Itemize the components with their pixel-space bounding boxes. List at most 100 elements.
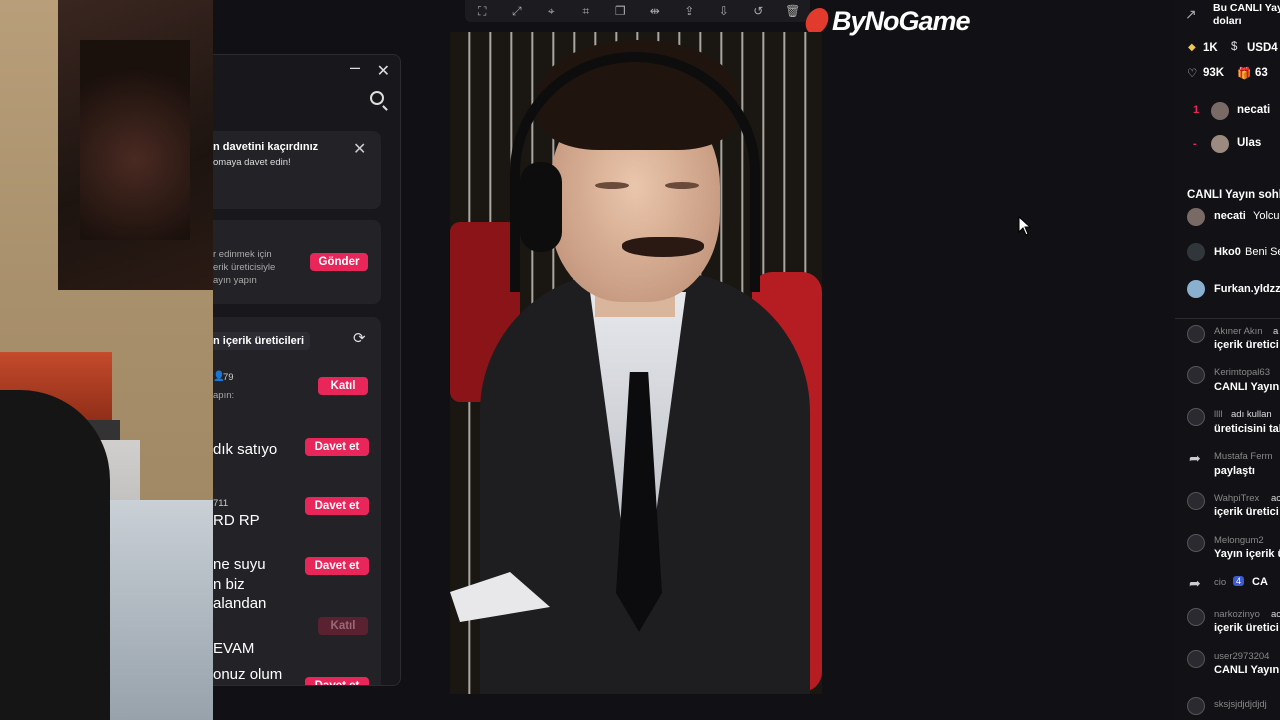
person-silhouette [0, 390, 110, 720]
trash-icon[interactable]: 🗑 [785, 3, 801, 19]
creator4-line1: ne suyu [213, 556, 266, 573]
close-icon[interactable]: ✕ [377, 61, 390, 81]
event-tail: CA [1252, 576, 1268, 588]
coin-icon: $ [1231, 41, 1238, 53]
event-tail: adı kullan [1231, 409, 1272, 420]
event-message: içerik üretici [1214, 622, 1279, 634]
likes-count: 93K [1203, 67, 1225, 79]
mustache [622, 237, 704, 257]
gift-icon: 🎁 [1237, 68, 1252, 80]
user-icon[interactable] [1187, 492, 1205, 510]
event-user[interactable]: Akıner Akın [1214, 326, 1263, 337]
creator4-line2: n biz [213, 576, 245, 593]
invite-button-2[interactable]: Davet et [305, 497, 369, 515]
resize-icon[interactable]: ⤢ [509, 3, 525, 19]
share-icon: ➦ [1189, 575, 1201, 591]
usd-amount: USD4 [1247, 42, 1278, 54]
crop-icon[interactable]: ⌗ [578, 3, 594, 19]
flip-icon[interactable]: ⇹ [647, 3, 663, 19]
streamer-video [450, 32, 822, 694]
join-button-disabled[interactable]: Katıl [318, 617, 368, 635]
chat-user[interactable]: Furkan.yldzz7 [1214, 283, 1280, 295]
invite-button-3[interactable]: Davet et [305, 557, 369, 575]
diamonds-count: 1K [1203, 42, 1218, 54]
layer-up-icon[interactable]: ⇪ [681, 3, 697, 19]
heart-icon: ♡ [1187, 68, 1198, 80]
user-icon[interactable] [1187, 534, 1205, 552]
chat-user[interactable]: necati [1214, 210, 1246, 222]
avatar[interactable] [1187, 243, 1205, 261]
search-icon[interactable] [370, 91, 384, 105]
invite-button-4[interactable]: Davet et [305, 677, 369, 685]
request-text-3: ayın yapın [213, 275, 257, 286]
invite-button-1[interactable]: Davet et [305, 438, 369, 456]
avatar[interactable] [1211, 135, 1229, 153]
event-user[interactable]: narkozinyo [1214, 609, 1260, 620]
creator1-subtitle: apın: [213, 390, 235, 401]
missed-invite-card: n davetini kaçırdınız omaya davet edin! … [213, 131, 381, 209]
copy-icon[interactable]: ❐ [612, 3, 628, 19]
avatar[interactable] [1187, 280, 1205, 298]
event-user[interactable]: sksjsjdjdjdjdj [1214, 699, 1267, 710]
expand-icon[interactable]: ⛶ [474, 3, 490, 19]
event-user[interactable]: Melongum2 [1214, 535, 1264, 546]
poster-art [80, 40, 190, 240]
top2-name[interactable]: Ulas [1237, 137, 1261, 149]
dismiss-icon[interactable]: ✕ [353, 139, 366, 159]
user-icon[interactable] [1187, 366, 1205, 384]
banner-line1: Bu CANLI Yayın [1213, 2, 1280, 14]
undo-icon[interactable]: ↺ [750, 3, 766, 19]
headset-earcup [520, 162, 562, 252]
event-message: CANLI Yayın [1214, 664, 1280, 676]
video-toolbar: ⛶ ⤢ ⌖ ⌗ ❐ ⇹ ⇪ ⇩ ↺ 🗑 [465, 0, 810, 22]
logo-mark-icon [803, 8, 831, 34]
event-message: Yayın içerik ü [1214, 548, 1280, 560]
avatar[interactable] [1187, 208, 1205, 226]
event-user[interactable]: llll [1214, 409, 1222, 420]
missed-invite-subtitle: omaya davet edin! [213, 157, 291, 168]
creator6-title: onuz olum [213, 666, 283, 683]
banner-line2: doları [1213, 15, 1242, 27]
creators-title: n içerik üreticileri [213, 332, 311, 350]
event-user[interactable]: user2973204 [1214, 651, 1269, 662]
top2-rank: - [1193, 138, 1197, 150]
user-icon[interactable] [1187, 325, 1205, 343]
bynogame-logo: ByNoGame [803, 4, 971, 38]
send-button[interactable]: Gönder [310, 253, 368, 271]
invite-panel: – ✕ n davetini kaçırdınız omaya davet ed… [213, 54, 401, 686]
share-icon: ➦ [1189, 450, 1201, 466]
refresh-icon[interactable]: ⟳ [353, 329, 366, 347]
event-tail: ac [1271, 493, 1280, 504]
minimize-icon[interactable]: – [350, 57, 360, 78]
layer-down-icon[interactable]: ⇩ [716, 3, 732, 19]
user-icon[interactable] [1187, 650, 1205, 668]
event-user[interactable]: cio [1214, 577, 1226, 588]
chat-message: Beni Se [1245, 246, 1280, 258]
event-tail: ac [1271, 609, 1280, 620]
right-eye [665, 182, 699, 189]
user-icon[interactable] [1187, 608, 1205, 626]
gifts-count: 63 [1255, 67, 1268, 79]
event-user[interactable]: Mustafa Ferm [1214, 451, 1273, 462]
creator3-count: 711 [213, 498, 229, 509]
trend-icon: ↗ [1185, 6, 1197, 22]
divider [1175, 318, 1280, 319]
request-card: r edinmek için erik üreticisiyle ayın ya… [213, 220, 381, 304]
event-tail: a [1273, 326, 1279, 337]
event-message: paylaştı [1214, 465, 1255, 477]
event-user[interactable]: WahpiTrex [1214, 493, 1259, 504]
webcam-feed-room [0, 0, 213, 720]
creator4-line3: alandan [213, 595, 267, 612]
join-button[interactable]: Katıl [318, 377, 368, 395]
chat-message: Yolcul [1253, 210, 1280, 222]
top1-name[interactable]: necati [1237, 104, 1270, 116]
avatar[interactable] [1211, 102, 1229, 120]
chat-user[interactable]: Hko0 [1214, 246, 1241, 258]
creator2-title: dık satıyo [213, 441, 278, 458]
chat-title: CANLI Yayın sohb [1187, 189, 1280, 201]
event-user[interactable]: Kerimtopal63 [1214, 367, 1270, 378]
user-icon[interactable] [1187, 697, 1205, 715]
crosshair-icon[interactable]: ⌖ [543, 3, 559, 19]
creators-card: n içerik üreticileri ⟳ 👤 79 apın: Katıl … [213, 317, 381, 685]
user-icon[interactable] [1187, 408, 1205, 426]
